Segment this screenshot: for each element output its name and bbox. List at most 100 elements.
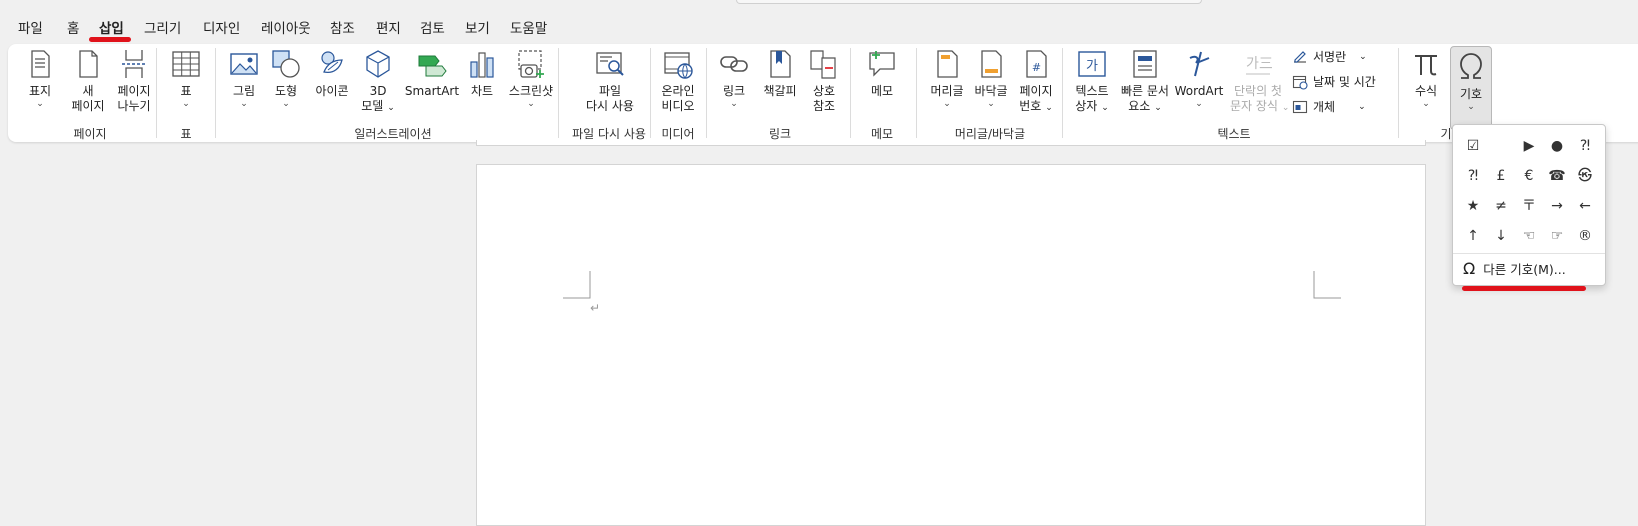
ribbon: 표지 ⌄ 새 페이지 페이지 나누기 페이지 표 ⌄ 표 그림 ⌄ 도형 ⌄ 아… [8, 44, 1638, 142]
chevron-down-icon: ⌄ [1281, 103, 1290, 113]
symbol-cell[interactable]: ← [1571, 191, 1599, 221]
chevron-down-icon: ⌄ [240, 99, 248, 109]
page-break-icon [122, 50, 146, 78]
cube-icon [366, 50, 390, 78]
drop-cap-button[interactable]: 가三 단락의 첫 문자 장식 ⌄ [1230, 48, 1289, 116]
symbol-cell[interactable]: ☞ [1543, 221, 1571, 251]
group-label-pages: 페이지 [73, 127, 107, 141]
chevron-down-icon: ⌄ [36, 99, 44, 109]
chevron-down-icon: ⌄ [1467, 102, 1475, 112]
symbol-cell[interactable]: ☑ [1459, 131, 1487, 161]
screenshot-icon [518, 50, 544, 78]
bookmark-button[interactable]: 책갈피 [760, 48, 800, 99]
symbol-cell[interactable]: 〒 [1515, 191, 1543, 221]
document-page[interactable]: ↵ [476, 164, 1426, 526]
footer-button[interactable]: 바닥글 ⌄ [972, 48, 1010, 109]
tab-design[interactable]: 디자인 [203, 17, 240, 37]
tab-home[interactable]: 홈 [67, 17, 79, 37]
comment-icon [869, 51, 895, 77]
icons-button[interactable]: 아이콘 [310, 48, 354, 99]
online-video-button[interactable]: 온라인 비디오 [656, 48, 700, 114]
tab-layout[interactable]: 레이아웃 [261, 17, 311, 37]
wordart-button[interactable]: WordArt ⌄ [1174, 48, 1224, 109]
tab-file[interactable]: 파일 [18, 17, 43, 37]
page-number-button[interactable]: # 페이지 번호 ⌄ [1016, 48, 1056, 116]
shapes-button[interactable]: 도형 ⌄ [270, 48, 302, 109]
date-time-button[interactable]: 날짜 및 시간 [1292, 73, 1376, 90]
header-icon [937, 50, 958, 78]
new-page-button[interactable]: 새 페이지 [68, 48, 108, 114]
table-icon [172, 51, 200, 77]
more-symbols-item[interactable]: Ω 다른 기호(M)... [1463, 259, 1566, 278]
symbol-cell[interactable]: £ [1487, 161, 1515, 191]
group-separator [1398, 48, 1399, 138]
tab-insert[interactable]: 삽입 [99, 17, 124, 37]
search-box-edge[interactable] [736, 0, 1202, 4]
picture-icon [230, 53, 258, 75]
object-button[interactable]: 개체 ⌄ [1292, 98, 1366, 115]
cross-reference-button[interactable]: 상호 참조 [806, 48, 842, 114]
symbol-button[interactable]: 기호 ⌄ [1450, 46, 1492, 130]
chevron-down-icon: ⌄ [1422, 99, 1430, 109]
smartart-button[interactable]: SmartArt [404, 48, 460, 99]
symbol-cell[interactable]: ↓ [1487, 221, 1515, 251]
tab-draw[interactable]: 그리기 [144, 17, 181, 37]
paragraph-mark-icon: ↵ [590, 301, 601, 315]
symbol-cell[interactable] [1487, 131, 1515, 161]
link-button[interactable]: 링크 ⌄ [718, 48, 750, 109]
group-separator [1062, 48, 1063, 138]
reuse-files-button[interactable]: 파일 다시 사용 [574, 48, 646, 114]
chevron-down-icon: ⌄ [527, 99, 535, 109]
3d-models-button[interactable]: 3D 모델 ⌄ [360, 48, 396, 116]
svg-text:가三: 가三 [1246, 56, 1273, 72]
symbol-cell[interactable]: ↑ [1459, 221, 1487, 251]
symbol-cell[interactable]: ☎ [1543, 161, 1571, 191]
symbol-cell[interactable]: ㉿ [1571, 161, 1599, 191]
symbol-cell[interactable]: ≠ [1487, 191, 1515, 221]
symbol-cell[interactable]: ® [1571, 221, 1599, 251]
tab-help[interactable]: 도움말 [510, 17, 547, 37]
symbol-cell[interactable]: € [1515, 161, 1543, 191]
group-separator [850, 48, 851, 138]
picture-button[interactable]: 그림 ⌄ [228, 48, 260, 109]
signature-line-button[interactable]: 서명란 ⌄ [1292, 48, 1367, 65]
previous-page-edge [476, 140, 1426, 146]
new-comment-button[interactable]: 메모 [864, 48, 900, 99]
cover-page-button[interactable]: 표지 ⌄ [24, 48, 56, 109]
group-separator [706, 48, 707, 138]
page-break-button[interactable]: 페이지 나누기 [112, 48, 156, 114]
symbol-cell[interactable]: ☜ [1515, 221, 1543, 251]
symbol-cell[interactable]: ★ [1459, 191, 1487, 221]
cover-page-icon [31, 50, 50, 78]
bookmark-icon [770, 50, 791, 78]
screenshot-button[interactable]: 스크린샷 ⌄ [504, 48, 558, 109]
wordart-icon [1189, 51, 1210, 77]
quick-parts-button[interactable]: 빠른 문서 요소 ⌄ [1118, 48, 1172, 116]
symbol-cell[interactable]: ▶ [1515, 131, 1543, 161]
group-separator [558, 48, 559, 138]
smartart-icon [418, 55, 447, 77]
equation-button[interactable]: 수식 ⌄ [1408, 48, 1444, 109]
table-button[interactable]: 표 ⌄ [170, 48, 202, 109]
svg-text:#: # [1032, 61, 1041, 74]
tab-mailings[interactable]: 편지 [376, 17, 401, 37]
margin-corner-mark [1313, 271, 1341, 299]
chevron-down-icon: ⌄ [943, 99, 951, 109]
chevron-down-icon: ⌄ [1101, 103, 1109, 113]
symbol-cell[interactable]: ⁈ [1459, 161, 1487, 191]
page-number-icon: # [1026, 50, 1047, 78]
symbol-cell[interactable]: ● [1543, 131, 1571, 161]
symbol-cell[interactable]: → [1543, 191, 1571, 221]
tab-view[interactable]: 보기 [465, 17, 490, 37]
tab-review[interactable]: 검토 [420, 17, 445, 37]
symbol-cell[interactable]: ⁈ [1571, 131, 1599, 161]
new-page-icon [79, 50, 98, 78]
header-button[interactable]: 머리글 ⌄ [928, 48, 966, 109]
quick-parts-icon [1133, 50, 1157, 78]
calendar-icon [1292, 75, 1308, 90]
chart-button[interactable]: 차트 [466, 48, 498, 99]
chevron-down-icon: ⌄ [387, 103, 395, 113]
text-box-button[interactable]: 가 텍스트 상자 ⌄ [1072, 48, 1112, 116]
symbol-grid: ☑ ▶ ● ⁈ ⁈ £ € ☎ ㉿ ★ ≠ 〒 → ← ↑ ↓ ☜ ☞ ® [1459, 131, 1599, 251]
tab-references[interactable]: 참조 [330, 17, 355, 37]
